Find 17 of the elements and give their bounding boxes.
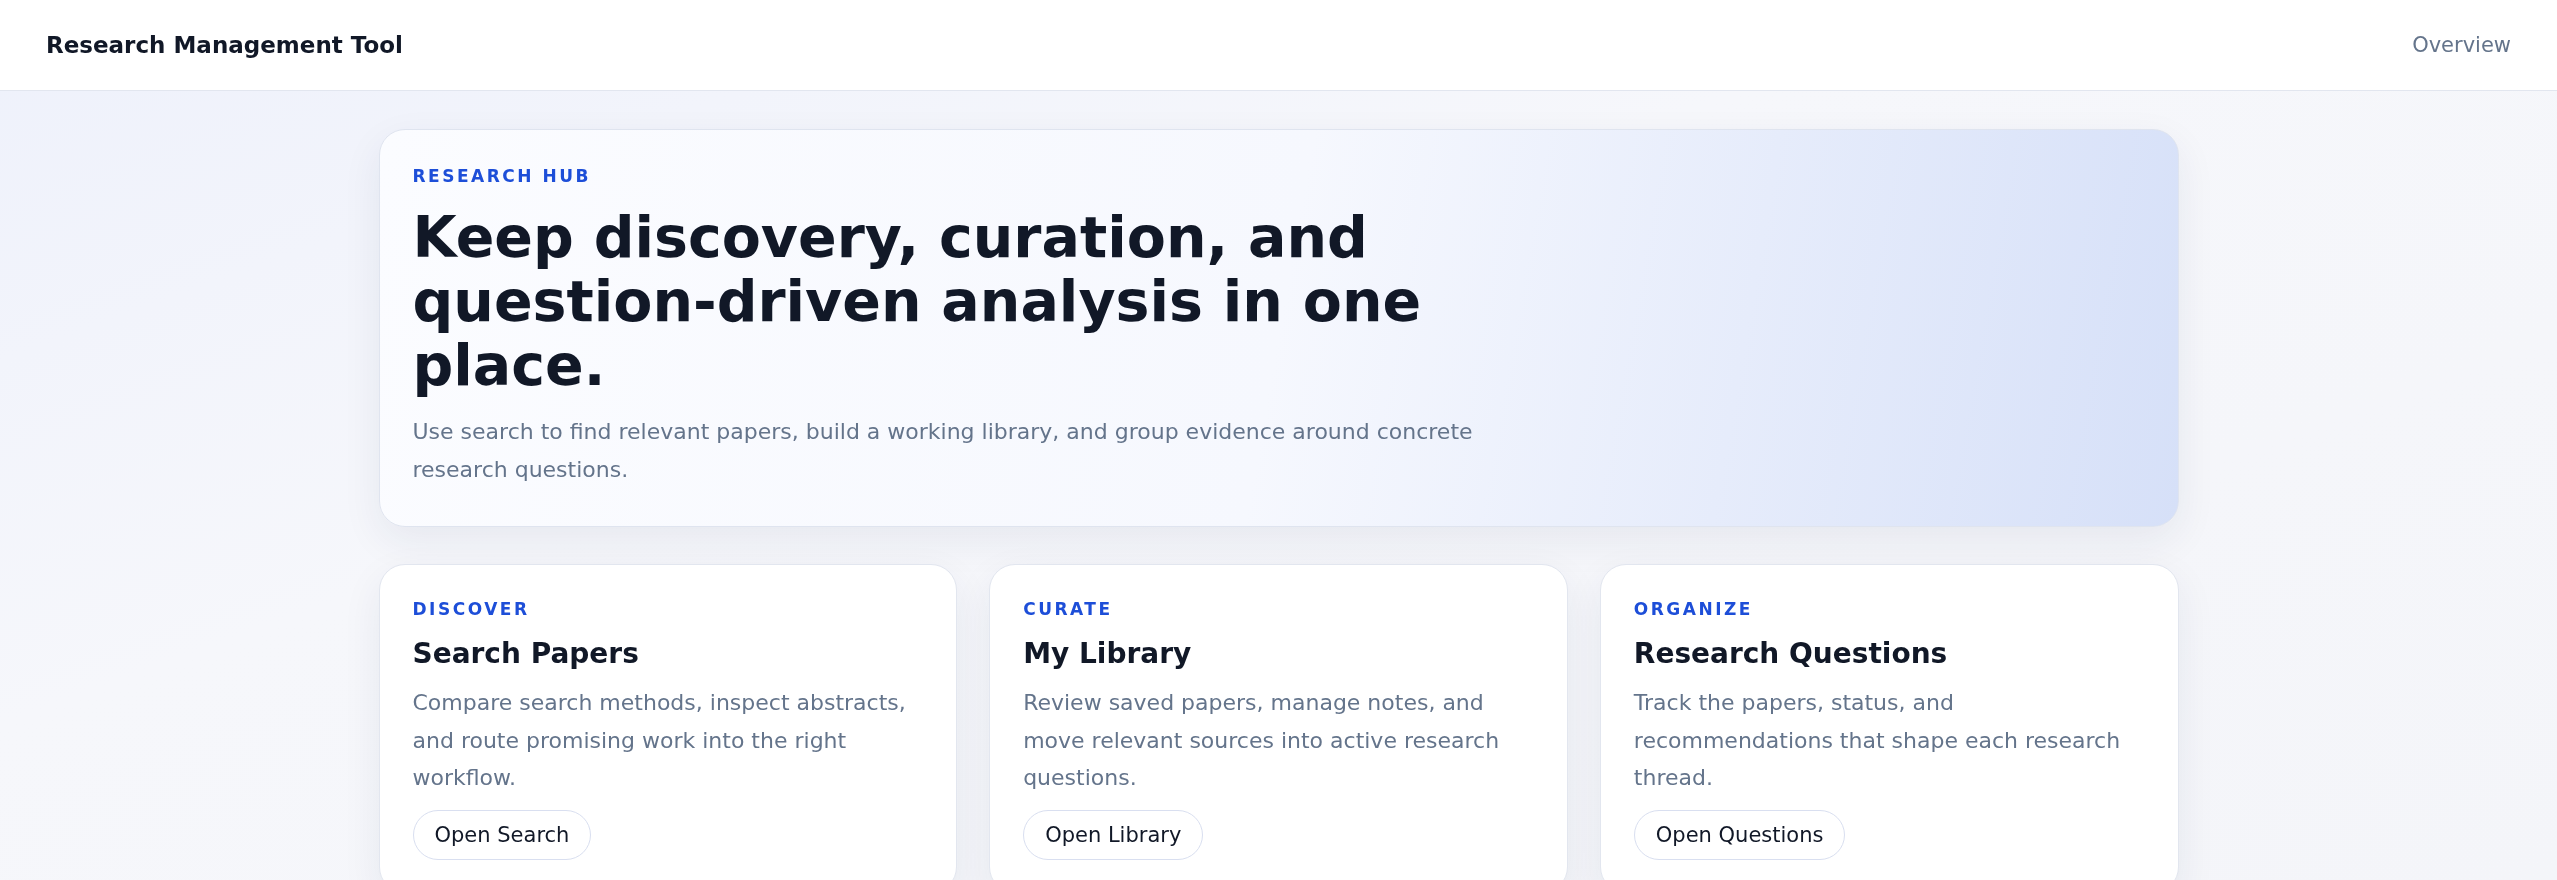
card-eyebrow: DISCOVER bbox=[412, 599, 530, 620]
open-button[interactable]: Open Search bbox=[412, 810, 592, 861]
card-description: Track the papers, status, and recommendations that shape each research thread. bbox=[1633, 689, 2122, 793]
card-description: Review saved papers, manage notes, and move relevant sources into active research questions. bbox=[1023, 689, 1501, 793]
card-eyebrow: ORGANIZE bbox=[1633, 599, 1753, 620]
card-eyebrow: CURATE bbox=[1023, 599, 1113, 620]
app-title: Research Management Tool bbox=[46, 32, 403, 58]
hero-heading: Keep discovery, curation, and question-driven analysis in one place. bbox=[412, 206, 1423, 398]
hero-description: Use search to find relevant papers, build a working library, and group evidence around concrete research questions. bbox=[412, 418, 1474, 484]
card-title: Search Papers bbox=[412, 637, 639, 671]
card-title: Research Questions bbox=[1633, 637, 1948, 671]
open-button[interactable]: Open Questions bbox=[1633, 810, 1846, 861]
open-button[interactable]: Open Library bbox=[1023, 810, 1204, 861]
nav-link[interactable]: Overview bbox=[2412, 33, 2511, 57]
card-description: Compare search methods, inspect abstracts, and route promising work into the right workflow. bbox=[412, 689, 907, 793]
card-title: My Library bbox=[1023, 637, 1192, 671]
hero-eyebrow: RESEARCH HUB bbox=[412, 166, 592, 186]
